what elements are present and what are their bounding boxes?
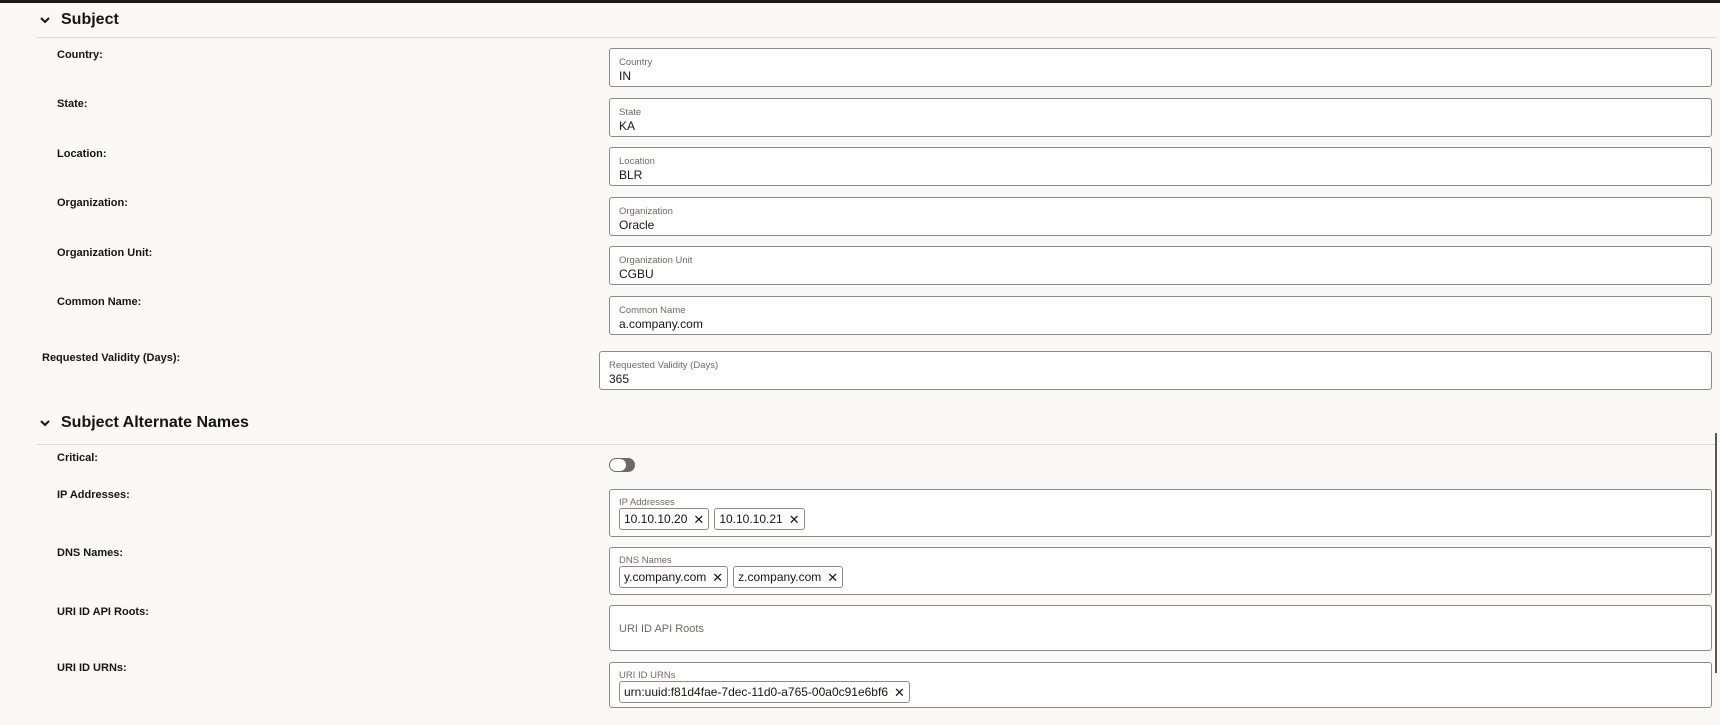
top-border [0, 0, 1720, 3]
ip-addresses-field-label: IP Addresses [619, 497, 675, 508]
state-row-label: State: [57, 98, 88, 110]
ip-addresses-row-label: IP Addresses: [57, 489, 130, 501]
chip-text: urn:uuid:f81d4fae-7dec-11d0-a765-00a0c91… [624, 685, 888, 699]
country-field[interactable]: Country IN [609, 48, 1712, 87]
common-name-row-label: Common Name: [57, 296, 142, 308]
subject-section-title: Subject [61, 11, 119, 28]
state-field[interactable]: State KA [609, 98, 1712, 137]
uri-urn-chip[interactable]: urn:uuid:f81d4fae-7dec-11d0-a765-00a0c91… [619, 681, 910, 703]
ip-address-chip[interactable]: 10.10.10.20 ✕ [619, 508, 710, 530]
org-unit-field-label: Organization Unit [619, 255, 693, 266]
divider [37, 37, 1717, 38]
ip-address-chip[interactable]: 10.10.10.21 ✕ [714, 508, 805, 530]
dns-names-field-label: DNS Names [619, 555, 672, 566]
scrollbar[interactable] [1715, 433, 1717, 673]
common-name-field[interactable]: Common Name a.company.com [609, 296, 1712, 335]
san-section-title: Subject Alternate Names [61, 414, 249, 431]
dns-names-field[interactable]: DNS Names y.company.com ✕ z.company.com … [609, 547, 1712, 595]
san-section-header[interactable]: Subject Alternate Names [37, 410, 249, 436]
organization-field[interactable]: Organization Oracle [609, 197, 1712, 236]
uri-urn-chips: urn:uuid:f81d4fae-7dec-11d0-a765-00a0c91… [619, 681, 910, 703]
uri-urns-field[interactable]: URI ID URNs urn:uuid:f81d4fae-7dec-11d0-… [609, 662, 1712, 708]
location-row-label: Location: [57, 148, 107, 160]
org-unit-field[interactable]: Organization Unit CGBU [609, 246, 1712, 285]
close-icon[interactable]: ✕ [827, 571, 838, 584]
subject-section-header[interactable]: Subject [37, 7, 119, 33]
validity-field[interactable]: Requested Validity (Days) 365 [599, 351, 1712, 390]
critical-toggle[interactable] [609, 458, 635, 472]
organization-field-value[interactable]: Oracle [619, 218, 654, 232]
chip-text: 10.10.10.20 [624, 512, 688, 526]
uri-urns-row-label: URI ID URNs: [57, 662, 127, 674]
uri-urns-field-label: URI ID URNs [619, 670, 676, 681]
chip-text: z.company.com [738, 570, 822, 584]
uri-api-roots-placeholder: URI ID API Roots [619, 623, 704, 635]
chevron-down-icon[interactable] [37, 415, 53, 431]
state-field-label: State [619, 107, 642, 118]
org-unit-field-value[interactable]: CGBU [619, 267, 654, 281]
divider [37, 444, 1717, 445]
country-field-label: Country [619, 57, 653, 68]
dns-name-chip[interactable]: z.company.com ✕ [733, 566, 844, 588]
chip-text: y.company.com [624, 570, 707, 584]
close-icon[interactable]: ✕ [894, 686, 905, 699]
dns-names-row-label: DNS Names: [57, 547, 124, 559]
country-row-label: Country: [57, 49, 103, 61]
dns-name-chips: y.company.com ✕ z.company.com ✕ [619, 566, 844, 588]
common-name-field-value[interactable]: a.company.com [619, 317, 703, 331]
validity-field-value[interactable]: 365 [609, 372, 629, 386]
toggle-knob [610, 459, 626, 471]
organization-row-label: Organization: [57, 197, 128, 209]
dns-name-chip[interactable]: y.company.com ✕ [619, 566, 729, 588]
country-field-value[interactable]: IN [619, 69, 631, 83]
close-icon[interactable]: ✕ [712, 571, 723, 584]
state-field-value[interactable]: KA [619, 119, 635, 133]
common-name-field-label: Common Name [619, 305, 686, 316]
ip-addresses-field[interactable]: IP Addresses 10.10.10.20 ✕ 10.10.10.21 ✕ [609, 489, 1712, 537]
close-icon[interactable]: ✕ [789, 513, 800, 526]
org-unit-row-label: Organization Unit: [57, 247, 153, 259]
chip-text: 10.10.10.21 [719, 512, 783, 526]
close-icon[interactable]: ✕ [693, 513, 704, 526]
uri-api-roots-row-label: URI ID API Roots: [57, 606, 149, 618]
location-field[interactable]: Location BLR [609, 147, 1712, 186]
validity-field-label: Requested Validity (Days) [609, 360, 719, 371]
ip-address-chips: 10.10.10.20 ✕ 10.10.10.21 ✕ [619, 508, 805, 530]
location-field-value[interactable]: BLR [619, 168, 642, 182]
organization-field-label: Organization [619, 206, 673, 217]
validity-row-label: Requested Validity (Days): [42, 352, 181, 364]
location-field-label: Location [619, 156, 655, 167]
chevron-down-icon[interactable] [37, 12, 53, 28]
critical-row-label: Critical: [57, 452, 98, 464]
uri-api-roots-field[interactable]: URI ID API Roots [609, 605, 1712, 651]
